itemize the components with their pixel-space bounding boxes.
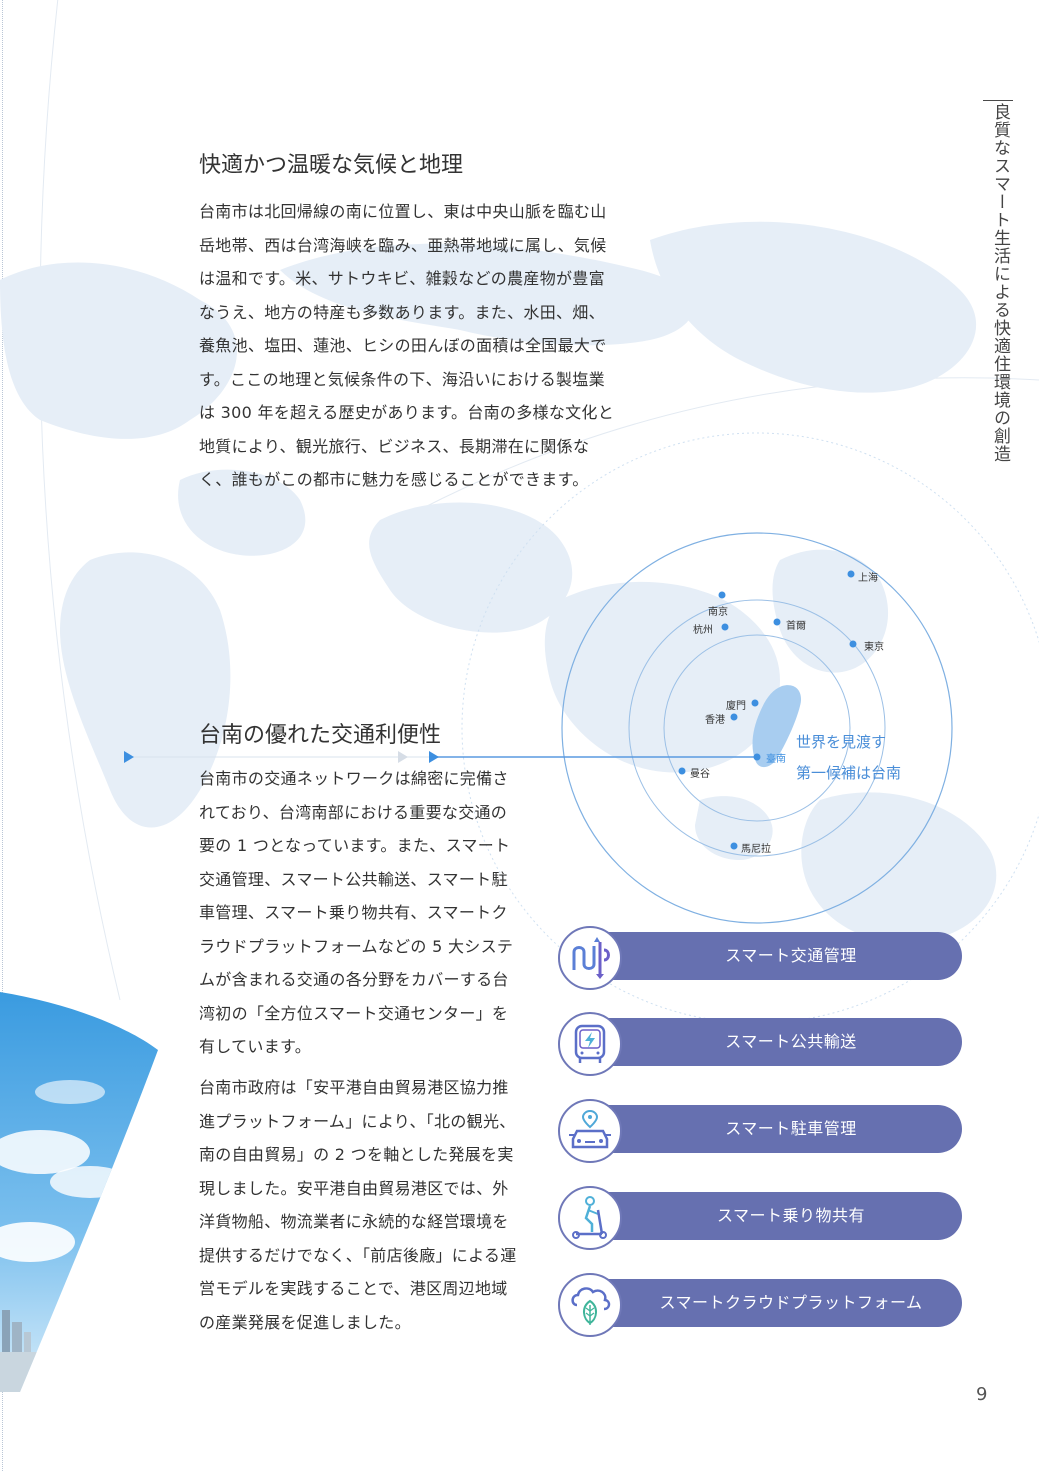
section-title-transport: 台南の優れた交通利便性 (199, 723, 442, 748)
sky-cityscape-photo (0, 992, 158, 1392)
section-title-climate: 快適かつ温暖な気候と地理 (199, 153, 464, 178)
transport-paragraph-2: 台南市政府は「安平港自由貿易港区協力推 進プラットフォーム」により、「北の観光、… (199, 1071, 554, 1339)
text-line: は 300 年を超える歴史があります。台南の多様な文化と (199, 403, 615, 422)
text-line: 提供するだけでなく、「前店後廠」による運 (199, 1245, 517, 1265)
electric-bus-icon (558, 1012, 622, 1076)
traffic-route-icon (558, 926, 622, 990)
text-line: 進プラットフォーム」により、「北の観光、 (199, 1111, 516, 1131)
text-line: 岳地帯、西は台湾海峡を臨み、亜熱帯地域に属し、気候 (199, 235, 607, 255)
system-pill-public-transport: スマート公共輸送 (558, 1012, 962, 1076)
text-line: 交通管理、スマート公共輸送、スマート駐 (199, 869, 508, 889)
city-label-manila: 馬尼拉 (741, 844, 771, 855)
scooter-share-icon (558, 1186, 622, 1250)
cloud-leaf-icon (558, 1273, 622, 1337)
parking-car-icon (558, 1099, 622, 1163)
text-line: 湾初の「全方位スマート交通センター」を (199, 1003, 509, 1023)
brochure-page: 良質なスマート生活による快適住環境の創造 快適かつ温暖な気候と地理 台南市は北回… (0, 0, 1039, 1471)
text-line: の産業発展を促進しました。 (199, 1312, 411, 1332)
text-line: 台南市は北回帰線の南に位置し、東は中央山脈を臨む山 (199, 202, 607, 221)
climate-paragraph: 台南市は北回帰線の南に位置し、東は中央山脈を臨む山 岳地帯、西は台湾海峡を臨み、… (199, 195, 649, 497)
city-label-nanjing: 南京 (708, 607, 728, 618)
system-pill-parking-management: スマート駐車管理 (558, 1099, 962, 1163)
system-label: スマート交通管理 (725, 946, 857, 965)
city-label-xiamen: 廈門 (726, 701, 746, 712)
text-line: 養魚池、塩田、蓮池、ヒシの田んぼの面積は全国最大で (199, 336, 607, 355)
text-line: 有しています。 (199, 1037, 312, 1056)
text-line: す。ここの地理と気候条件の下、海沿いにおける製塩業 (199, 369, 605, 389)
text-line: 洋貨物船、物流業者に永続的な経営環境を (199, 1212, 509, 1231)
system-label: スマート乗り物共有 (716, 1206, 866, 1225)
system-label: スマート公共輸送 (725, 1032, 857, 1051)
text-line: ラウドプラットフォームなどの 5 大システ (199, 936, 514, 956)
text-line: 要の 1 つとなっています。また、スマート (199, 836, 511, 855)
text-line: 現しました。安平港自由貿易港区では、外 (199, 1178, 509, 1198)
city-label-tainan: 臺南 (766, 754, 786, 765)
slogan-line: 世界を見渡す (796, 733, 887, 751)
text-line: 台南市の交通ネットワークは綿密に完備さ (199, 769, 509, 788)
system-pill-vehicle-sharing: スマート乗り物共有 (558, 1186, 962, 1250)
map-slogan: 世界を見渡す 第一候補は台南 (796, 727, 901, 789)
text-line: 台南市政府は「安平港自由貿易港区協力推 (199, 1078, 509, 1097)
vertical-section-title: 良質なスマート生活による快適住環境の創造 (983, 100, 1013, 463)
city-label-bangkok: 曼谷 (690, 769, 710, 780)
text-line: く、誰もがこの都市に魅力を感じることができます。 (199, 470, 589, 489)
text-line: 南の自由貿易」の 2 つを軸とした発展を実 (199, 1145, 514, 1164)
system-label: スマートクラウドプラットフォーム (659, 1293, 923, 1312)
text-line: は温和です。米、サトウキビ、雑穀などの農産物が豊富 (199, 269, 605, 288)
text-line: なうえ、地方の特産も多数あります。また、水田、畑、 (199, 302, 605, 322)
text-line: 車管理、スマート乗り物共有、スマートク (199, 903, 508, 922)
text-line: 地質により、観光旅行、ビジネス、長期滞在に関係な (199, 436, 590, 456)
text-line: れており、台湾南部における重要な交通の (199, 802, 508, 822)
slogan-line: 第一候補は台南 (796, 764, 902, 782)
system-pill-traffic-management: スマート交通管理 (558, 926, 962, 990)
page-number: 9 (976, 1384, 988, 1405)
city-label-hangzhou: 杭州 (693, 625, 713, 636)
city-label-seoul: 首爾 (786, 621, 806, 632)
system-label: スマート駐車管理 (725, 1119, 857, 1138)
city-label-tokyo: 東京 (864, 642, 884, 653)
text-line: ムが含まれる交通の各分野をカバーする台 (199, 970, 509, 989)
city-label-shanghai: 上海 (858, 573, 878, 584)
system-pill-cloud-platform: スマートクラウドプラットフォーム (558, 1273, 962, 1337)
city-label-hongkong: 香港 (705, 715, 725, 726)
transport-paragraph-1: 台南市の交通ネットワークは綿密に完備さ れており、台湾南部における重要な交通の … (199, 762, 554, 1064)
text-line: 営モデルを実践することで、港区周辺地域 (199, 1279, 508, 1298)
